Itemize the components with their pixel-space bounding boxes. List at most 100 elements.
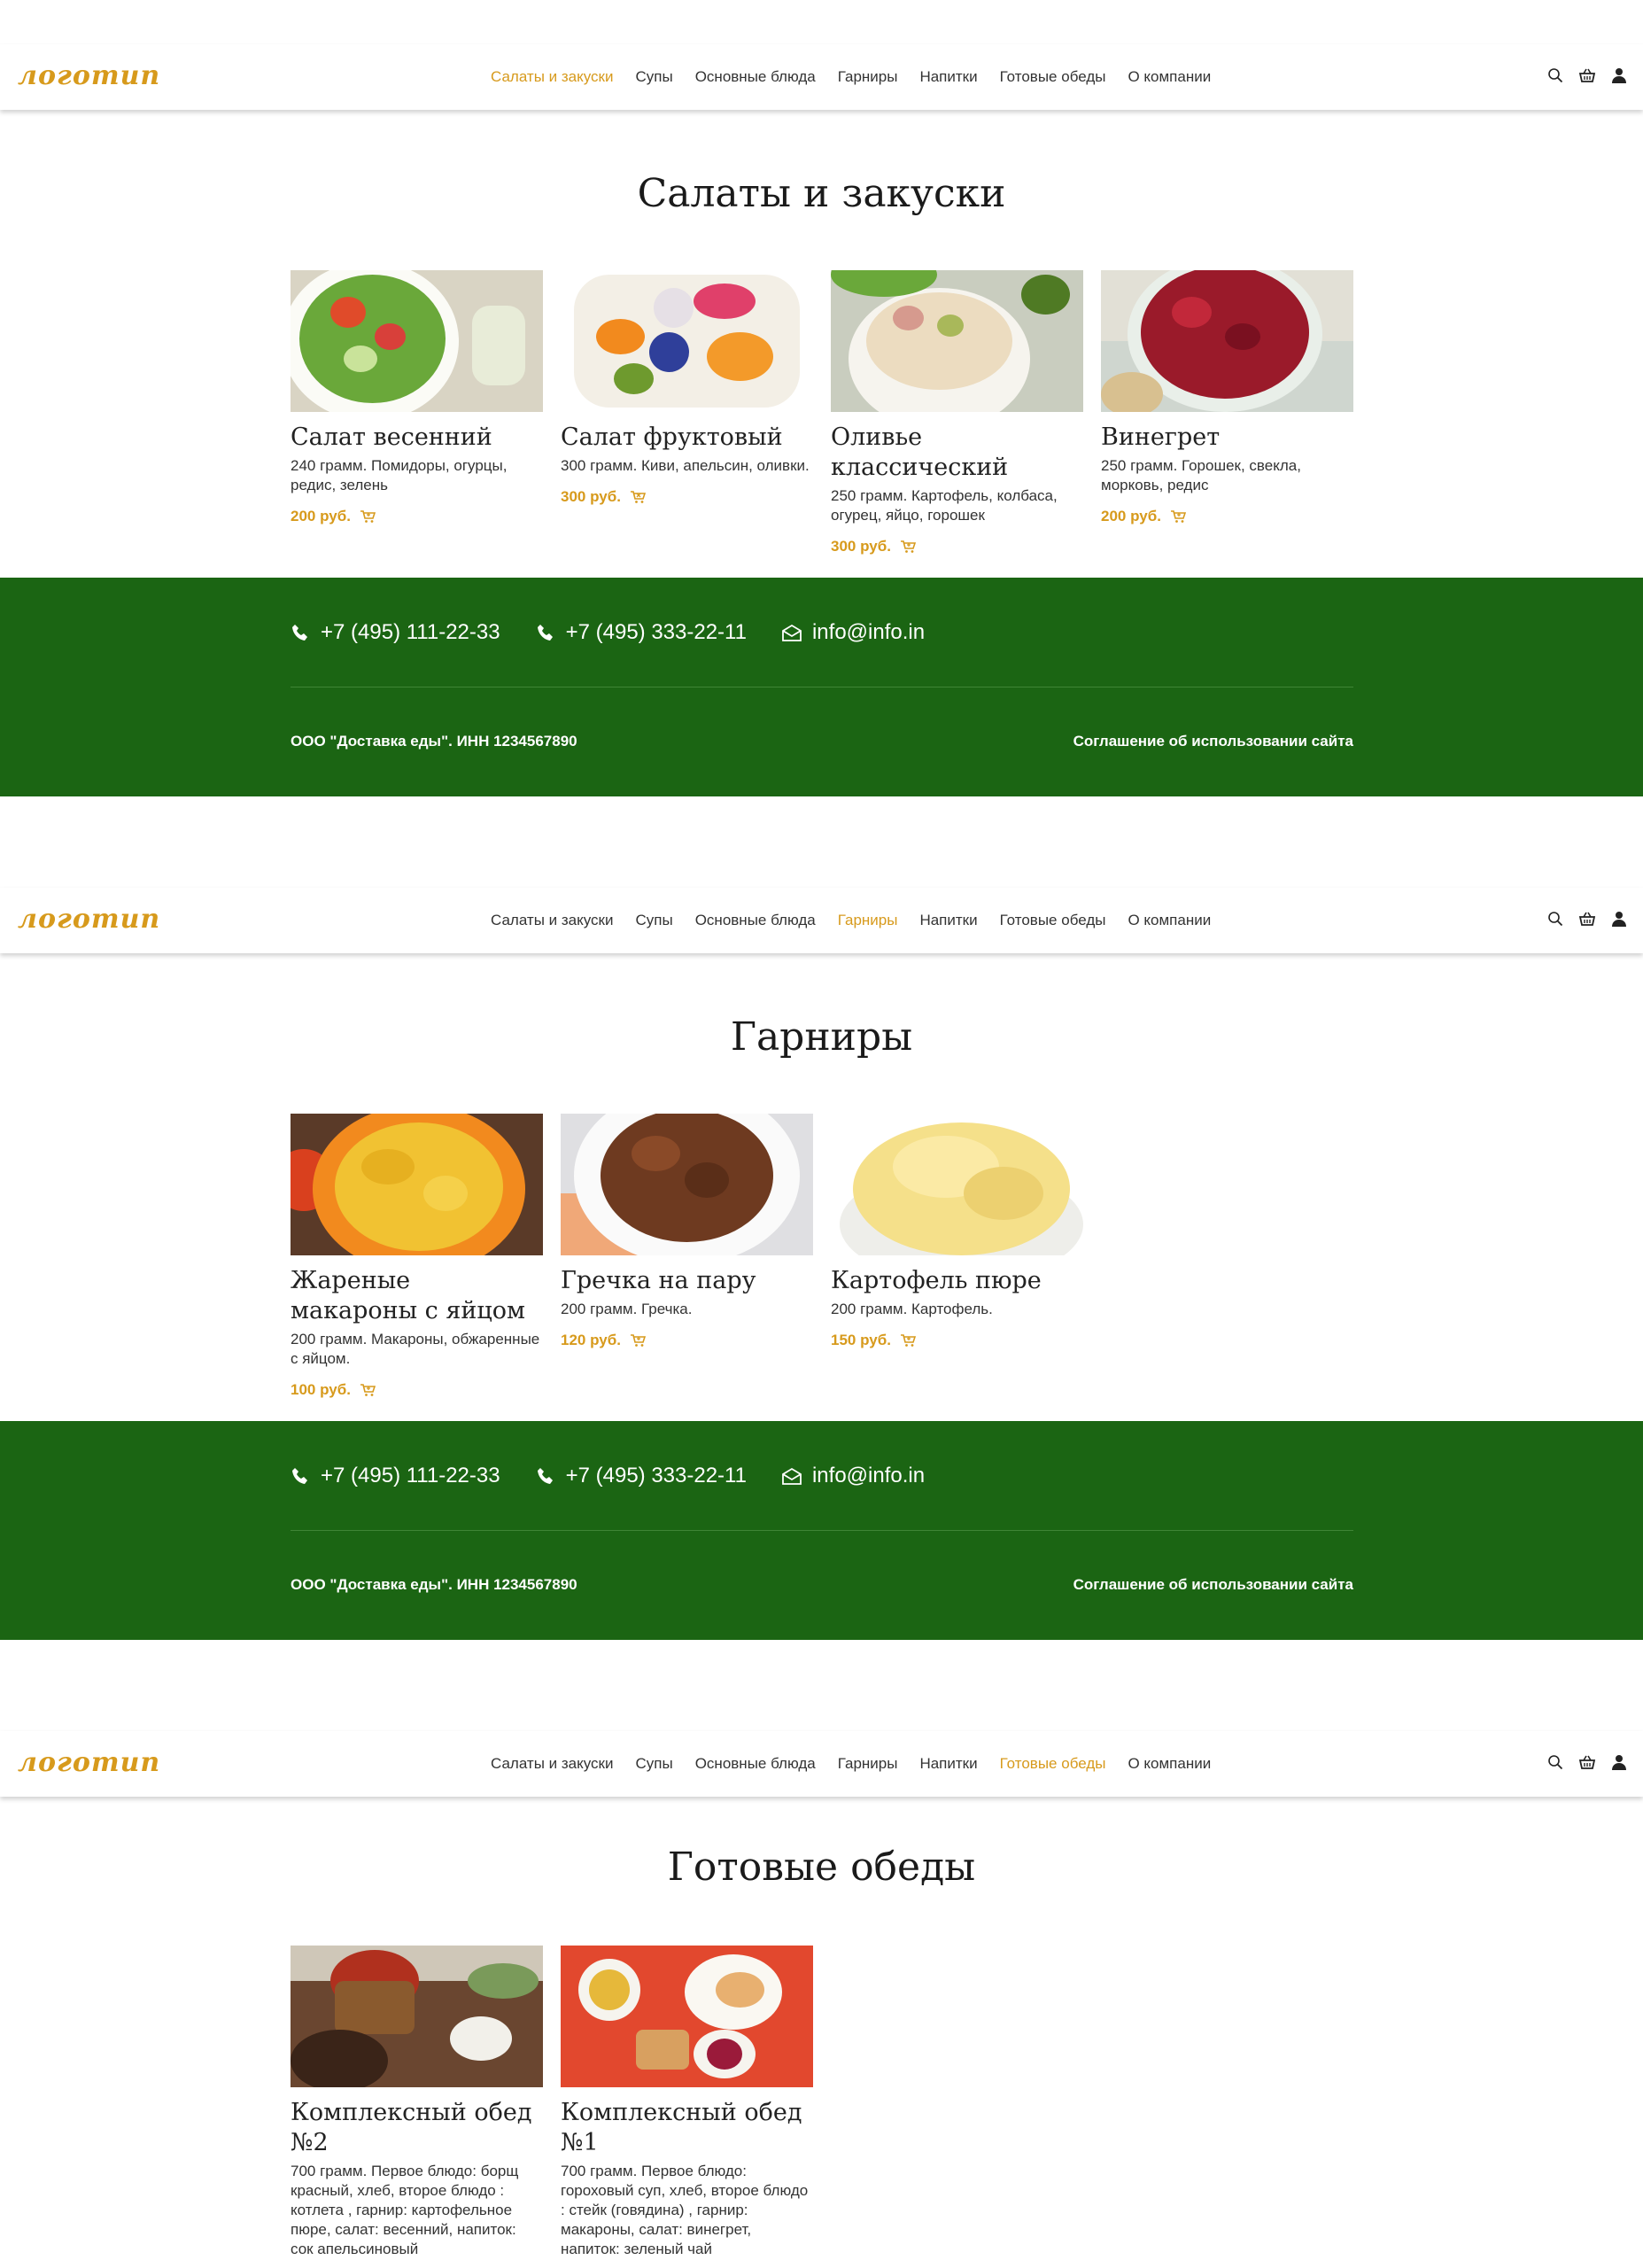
product-image[interactable] (561, 270, 813, 412)
product-name[interactable]: Гречка на пару (561, 1266, 813, 1296)
add-to-cart-icon[interactable] (630, 1333, 646, 1348)
terms-link[interactable]: Соглашение об использовании сайта (1073, 1576, 1353, 1594)
product-card: Гречка на пару 200 грамм. Гречка. 120 ру… (561, 1114, 813, 1399)
page-ready-lunches: логотип Салаты и закуски Супы Основные б… (0, 1687, 1643, 2268)
product-name[interactable]: Салат фруктовый (561, 423, 813, 453)
product-image[interactable] (561, 1114, 813, 1255)
company-info: ООО "Доставка еды". ИНН 1234567890 (291, 733, 577, 750)
product-description: 200 грамм. Макароны, обжаренные с яйцом. (291, 1331, 540, 1367)
user-icon[interactable] (1609, 909, 1629, 928)
phone-icon (291, 623, 310, 642)
nav-item-main-dishes[interactable]: Основные блюда (695, 68, 816, 86)
search-icon[interactable] (1546, 66, 1565, 85)
nav-item-drinks[interactable]: Напитки (919, 912, 977, 929)
nav-item-ready-lunches[interactable]: Готовые обеды (1000, 68, 1106, 86)
product-name[interactable]: Салат весенний (291, 423, 543, 453)
product-name[interactable]: Картофель пюре (831, 1266, 1083, 1296)
nav-item-main-dishes[interactable]: Основные блюда (695, 912, 816, 929)
product-name[interactable]: Винегрет (1101, 423, 1353, 453)
nav-item-soups[interactable]: Супы (636, 68, 673, 86)
logo[interactable]: логотип (18, 1747, 160, 1778)
nav-item-soups[interactable]: Супы (636, 912, 673, 929)
product-price-row: 150 руб. (831, 1332, 1083, 1349)
phone-number: +7 (495) 111-22-33 (321, 1464, 500, 1487)
nav-item-about[interactable]: О компании (1128, 1755, 1211, 1773)
basket-icon[interactable] (1577, 1752, 1597, 1772)
product-name[interactable]: Комплексный обед №1 (561, 2098, 813, 2158)
basket-icon[interactable] (1577, 66, 1597, 85)
nav-item-garnishes[interactable]: Гарниры (838, 1755, 898, 1773)
product-card: Оливье классический 250 грамм. Картофель… (831, 270, 1083, 555)
main-nav: Салаты и закуски Супы Основные блюда Гар… (491, 912, 1233, 929)
remove-from-cart-icon[interactable] (630, 490, 646, 504)
phone-number: +7 (495) 333-22-11 (565, 1464, 747, 1487)
add-to-cart-icon[interactable] (360, 1383, 376, 1397)
product-price: 200 руб. (1101, 508, 1161, 524)
nav-item-salads[interactable]: Салаты и закуски (491, 68, 614, 86)
email-address: info@info.in (811, 1464, 926, 1487)
product-image[interactable] (291, 1114, 543, 1255)
product-image[interactable] (561, 1946, 813, 2087)
nav-item-garnishes[interactable]: Гарниры (838, 912, 898, 929)
product-price-row: 200 руб. (291, 508, 543, 525)
product-grid: Жареные макароны с яйцом 200 грамм. Мака… (291, 1114, 1101, 1399)
phone-icon (536, 623, 555, 642)
product-name[interactable]: Жареные макароны с яйцом (291, 1266, 543, 1326)
envelope-icon (782, 623, 802, 642)
product-description: 700 грамм. Первое блюдо: борщ красный, х… (291, 2163, 519, 2257)
phone-contact[interactable]: +7 (495) 111-22-33 (291, 620, 500, 645)
product-name[interactable]: Оливье классический (831, 423, 1083, 483)
user-icon[interactable] (1609, 66, 1629, 85)
product-name[interactable]: Комплексный обед №2 (291, 2098, 543, 2158)
nav-item-drinks[interactable]: Напитки (919, 68, 977, 86)
logo[interactable]: логотип (18, 60, 160, 91)
product-price: 300 руб. (561, 488, 621, 505)
basket-icon[interactable] (1577, 909, 1597, 928)
product-image[interactable] (831, 270, 1083, 412)
add-to-cart-icon[interactable] (900, 1333, 916, 1348)
email-contact[interactable]: info@info.in (782, 620, 925, 645)
search-icon[interactable] (1546, 909, 1565, 928)
product-price-row: 200 руб. (1101, 508, 1353, 525)
phone-contact[interactable]: +7 (495) 111-22-33 (291, 1464, 500, 1488)
product-price: 120 руб. (561, 1332, 621, 1348)
product-description: 250 грамм. Картофель, колбаса, огурец, я… (831, 487, 1058, 524)
email-address: info@info.in (811, 620, 926, 644)
site-header: логотип Салаты и закуски Супы Основные б… (0, 1731, 1643, 1797)
product-image[interactable] (1101, 270, 1353, 412)
product-card: Салат фруктовый 300 грамм. Киви, апельси… (561, 270, 813, 555)
search-icon[interactable] (1546, 1752, 1565, 1772)
product-card: Жареные макароны с яйцом 200 грамм. Мака… (291, 1114, 543, 1399)
product-price-row: 300 руб. (561, 488, 813, 506)
user-icon[interactable] (1609, 1752, 1629, 1772)
page-title: Готовые обеды (667, 1845, 976, 1890)
phone-contact[interactable]: +7 (495) 333-22-11 (536, 620, 747, 645)
nav-item-salads[interactable]: Салаты и закуски (491, 1755, 614, 1773)
product-description: 240 грамм. Помидоры, огурцы, редис, зеле… (291, 457, 508, 493)
email-contact[interactable]: info@info.in (782, 1464, 925, 1488)
nav-item-about[interactable]: О компании (1128, 912, 1211, 929)
product-image[interactable] (291, 270, 543, 412)
site-header: логотип Салаты и закуски Супы Основные б… (0, 888, 1643, 953)
product-description: 200 грамм. Картофель. (831, 1301, 993, 1317)
nav-item-ready-lunches[interactable]: Готовые обеды (1000, 1755, 1106, 1773)
nav-item-main-dishes[interactable]: Основные блюда (695, 1755, 816, 1773)
product-card: Винегрет 250 грамм. Горошек, свекла, мор… (1101, 270, 1353, 555)
nav-item-soups[interactable]: Супы (636, 1755, 673, 1773)
product-price-row: 300 руб. (831, 538, 1083, 555)
nav-item-about[interactable]: О компании (1128, 68, 1211, 86)
phone-contact[interactable]: +7 (495) 333-22-11 (536, 1464, 747, 1488)
product-price: 150 руб. (831, 1332, 891, 1348)
add-to-cart-icon[interactable] (360, 509, 376, 524)
product-image[interactable] (831, 1114, 1083, 1255)
product-image[interactable] (291, 1946, 543, 2087)
nav-item-ready-lunches[interactable]: Готовые обеды (1000, 912, 1106, 929)
logo[interactable]: логотип (18, 904, 160, 935)
add-to-cart-icon[interactable] (1170, 509, 1186, 524)
nav-item-salads[interactable]: Салаты и закуски (491, 912, 614, 929)
terms-link[interactable]: Соглашение об использовании сайта (1073, 733, 1353, 750)
add-to-cart-icon[interactable] (900, 540, 916, 554)
nav-item-drinks[interactable]: Напитки (919, 1755, 977, 1773)
page-title: Гарниры (730, 1014, 913, 1060)
nav-item-garnishes[interactable]: Гарниры (838, 68, 898, 86)
